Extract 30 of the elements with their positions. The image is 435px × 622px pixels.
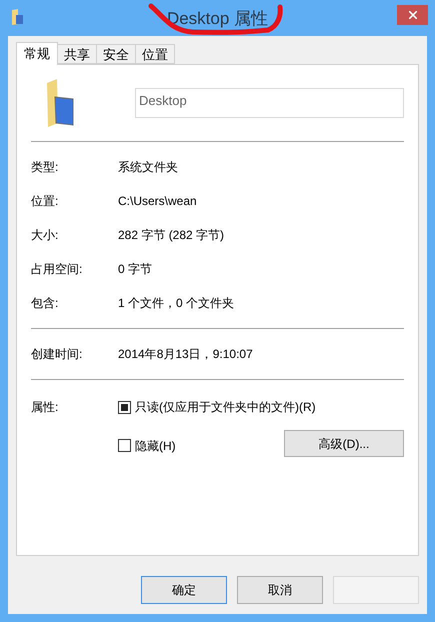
- field-label: 包含:: [31, 295, 60, 312]
- close-button[interactable]: [397, 5, 428, 25]
- dialog-button[interactable]: 取消: [237, 576, 323, 604]
- checkbox-label: 只读(仅应用于文件夹中的文件)(R): [135, 399, 316, 416]
- checkbox[interactable]: [118, 439, 131, 452]
- checkbox-label: 隐藏(H): [135, 438, 176, 454]
- advanced-button[interactable]: 高级(D)...: [284, 430, 404, 457]
- close-icon: [408, 11, 416, 19]
- field-label: 位置:: [31, 193, 60, 210]
- field-value: 0 字节: [118, 261, 152, 278]
- folder-icon: [45, 79, 75, 127]
- field-value: 2014年8月13日，9:10:07: [118, 346, 253, 363]
- field-label: 类型:: [31, 159, 60, 176]
- tab[interactable]: 常规: [16, 42, 58, 65]
- field-value: 282 字节 (282 字节): [118, 227, 224, 244]
- tab[interactable]: 安全: [97, 44, 136, 64]
- tab[interactable]: 共享: [58, 44, 97, 64]
- field-label: 大小:: [31, 227, 60, 244]
- field-label: 创建时间:: [31, 346, 84, 363]
- field-label: 占用空间:: [31, 261, 84, 278]
- field-value: 系统文件夹: [118, 159, 178, 176]
- dialog-button[interactable]: 确定: [141, 576, 227, 604]
- checkbox[interactable]: [118, 400, 131, 414]
- field-value: C:\Users\wean: [118, 193, 197, 210]
- folder-icon: [12, 9, 24, 25]
- field-label: 属性:: [31, 399, 60, 416]
- tab[interactable]: 位置: [136, 44, 175, 64]
- field-value: 1 个文件，0 个文件夹: [118, 295, 234, 312]
- name-field[interactable]: Desktop: [135, 88, 404, 118]
- window-title: Desktop 属性: [166, 8, 268, 30]
